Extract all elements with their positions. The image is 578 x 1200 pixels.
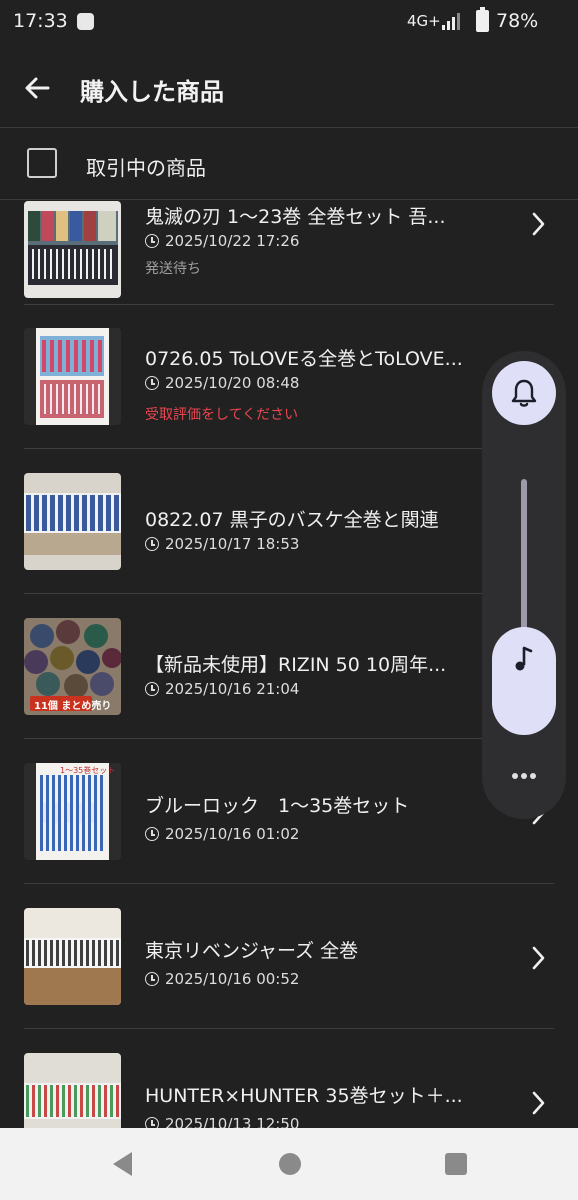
item-thumbnail: 11個 まとめ売り (24, 618, 121, 715)
nav-recents-icon[interactable] (445, 1153, 467, 1175)
item-title: 東京リベンジャーズ 全巻 (145, 940, 359, 962)
item-date-text: 2025/10/16 00:52 (165, 970, 300, 988)
clock-icon (145, 537, 159, 551)
in-progress-checkbox[interactable] (27, 148, 57, 178)
item-date-text: 2025/10/16 21:04 (165, 680, 300, 698)
item-date: 2025/10/16 01:02 (145, 825, 299, 843)
clock-icon (145, 972, 159, 986)
thumb-badge: 11個 まとめ売り (34, 701, 112, 712)
arrow-left-icon[interactable] (18, 68, 58, 108)
item-thumbnail (24, 1053, 121, 1128)
item-status: 受取評価をしてください (145, 407, 299, 423)
item-date-text: 2025/10/17 18:53 (165, 535, 300, 553)
notification-app-icon (77, 13, 94, 30)
battery-level: 78% (496, 10, 539, 32)
list-item[interactable]: HUNTER×HUNTER 35巻セット＋... 2025/10/13 12:5… (0, 1029, 578, 1128)
app-bar: 購入した商品 (0, 44, 578, 128)
item-date: 2025/10/17 18:53 (145, 535, 299, 553)
item-thumbnail: 1〜35巻セット (24, 763, 121, 860)
filter-in-progress[interactable]: 取引中の商品 (0, 128, 578, 200)
list-item[interactable]: 鬼滅の刃 1〜23巻 全巻セット 吾... 2025/10/22 17:26 発… (0, 200, 578, 305)
item-date-text: 2025/10/16 01:02 (165, 825, 300, 843)
item-date-text: 2025/10/22 17:26 (165, 232, 300, 250)
music-note-icon (515, 646, 533, 671)
item-date-text: 2025/10/13 12:50 (165, 1115, 300, 1128)
item-title: ブルーロック 1〜35巻セット (145, 795, 410, 817)
item-date: 2025/10/20 08:48 (145, 374, 299, 392)
network-type: 4G+ (407, 12, 441, 30)
more-horizontal-icon[interactable] (504, 761, 544, 791)
status-time: 17:33 (13, 10, 68, 32)
nav-home-icon[interactable] (279, 1153, 301, 1175)
clock-icon (145, 682, 159, 696)
list-item[interactable]: 東京リベンジャーズ 全巻 2025/10/16 00:52 (0, 884, 578, 1029)
volume-panel (482, 351, 566, 819)
ringer-mode-button[interactable] (492, 361, 556, 425)
item-thumbnail (24, 201, 121, 298)
item-title: 【新品未使用】RIZIN 50 10周年... (145, 654, 447, 676)
status-bar: 17:33 4G+ 78% (0, 0, 578, 44)
item-title: HUNTER×HUNTER 35巻セット＋... (145, 1085, 463, 1107)
clock-icon (145, 376, 159, 390)
item-date: 2025/10/16 00:52 (145, 970, 299, 988)
item-date-text: 2025/10/20 08:48 (165, 374, 300, 392)
thumb-caption: 1〜35巻セット (60, 766, 116, 775)
chevron-right-icon (532, 212, 545, 236)
item-thumbnail (24, 328, 121, 425)
item-date: 2025/10/16 21:04 (145, 680, 299, 698)
item-thumbnail (24, 908, 121, 1005)
bell-icon (511, 379, 537, 407)
item-title: 鬼滅の刃 1〜23巻 全巻セット 吾... (145, 206, 446, 228)
item-title: 0726.05 ToLOVEる全巻とToLOVE... (145, 348, 463, 370)
nav-back-icon[interactable] (110, 1150, 136, 1178)
item-date: 2025/10/13 12:50 (145, 1115, 299, 1128)
signal-icon (442, 13, 460, 30)
chevron-right-icon (532, 946, 545, 970)
chevron-right-icon (532, 1091, 545, 1115)
clock-icon (145, 827, 159, 841)
item-thumbnail (24, 473, 121, 570)
system-nav-bar (0, 1128, 578, 1200)
page-title: 購入した商品 (80, 78, 224, 106)
item-status: 発送待ち (145, 261, 201, 277)
volume-slider-track[interactable] (521, 479, 527, 639)
media-volume-slider[interactable] (492, 627, 556, 735)
clock-icon (145, 1117, 159, 1128)
battery-icon (476, 7, 489, 32)
clock-icon (145, 234, 159, 248)
filter-label: 取引中の商品 (86, 156, 206, 180)
item-date: 2025/10/22 17:26 (145, 232, 299, 250)
item-title: 0822.07 黒子のバスケ全巻と関連 (145, 509, 439, 531)
